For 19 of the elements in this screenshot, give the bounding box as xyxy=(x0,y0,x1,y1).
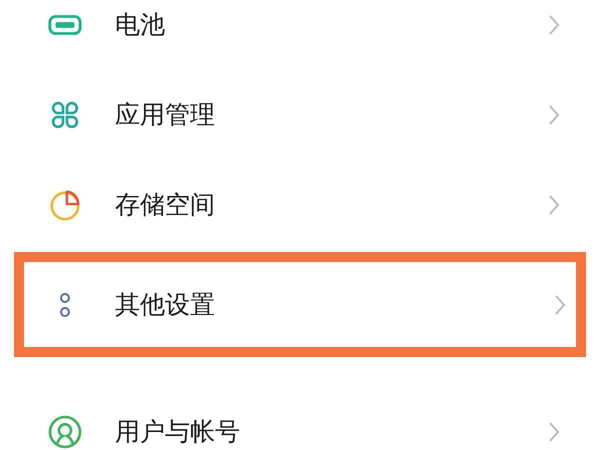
settings-row[interactable]: 其他设置 xyxy=(24,262,576,347)
four-petal-icon xyxy=(49,99,81,131)
chevron-right-icon xyxy=(548,194,560,216)
chevron-right-icon xyxy=(548,421,560,443)
settings-row[interactable]: 存储空间 xyxy=(0,160,600,250)
setting-label: 其他设置 xyxy=(115,288,216,321)
setting-label: 电池 xyxy=(115,9,166,42)
user-icon xyxy=(48,415,82,449)
settings-row[interactable]: 用户与帐号 xyxy=(0,387,600,450)
settings-row[interactable]: 电池 xyxy=(0,0,600,70)
two-dots-icon xyxy=(58,292,72,318)
setting-label: 存储空间 xyxy=(115,189,216,222)
settings-row[interactable]: 应用管理 xyxy=(0,70,600,160)
chevron-right-icon xyxy=(554,294,566,316)
battery-icon xyxy=(48,14,82,36)
chevron-right-icon xyxy=(548,104,560,126)
chevron-right-icon xyxy=(548,14,560,36)
setting-label: 用户与帐号 xyxy=(115,416,241,448)
setting-label: 应用管理 xyxy=(115,99,216,132)
